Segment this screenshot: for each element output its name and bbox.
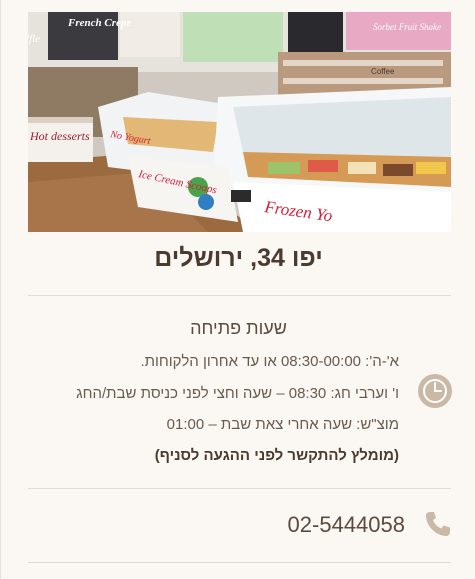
branch-title: יפו 34, ירושלים bbox=[154, 244, 323, 272]
sign-french-crepe: French Crepe bbox=[67, 17, 131, 29]
divider-middle bbox=[28, 488, 451, 489]
sign-sorbet: Sorbet Fruit Shake bbox=[373, 22, 441, 32]
branch-card: ffle French Crepe Hot desserts Ice Cream… bbox=[0, 0, 475, 579]
branch-photo: ffle French Crepe Hot desserts Ice Cream… bbox=[28, 12, 451, 232]
sign-coffee: Coffee bbox=[371, 67, 395, 76]
hours-saturday-night: מוצ"ש: שעה אחרי צאת שבת – 01:00 bbox=[166, 416, 399, 433]
sign-hot-desserts: Hot desserts bbox=[29, 129, 90, 143]
phone-icon[interactable] bbox=[424, 510, 452, 538]
opening-hours-heading: שעות פתיחה bbox=[190, 318, 287, 338]
divider-top bbox=[28, 295, 451, 296]
phone-number[interactable]: 02-5444058 bbox=[288, 512, 405, 538]
clock-icon bbox=[418, 374, 452, 408]
hours-weekdays: א'-ה': 08:30-00:00 או עד אחרון הלקוחות. bbox=[140, 353, 399, 370]
hours-friday: ו' וערבי חג: 08:30 – שעה וחצי לפני כניסת… bbox=[76, 385, 399, 402]
divider-bottom bbox=[28, 562, 451, 563]
hours-note: (מומלץ להתקשר לפני ההגעה לסניף) bbox=[154, 447, 399, 464]
sign-waffle: ffle bbox=[28, 33, 40, 45]
